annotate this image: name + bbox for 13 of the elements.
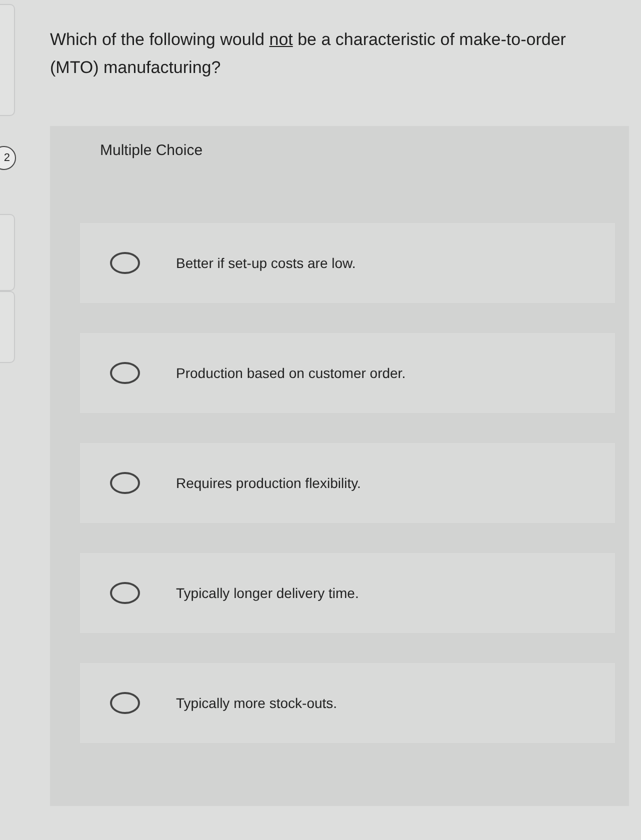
answer-option[interactable]: Production based on customer order. (80, 333, 615, 413)
answer-option[interactable]: Typically more stock-outs. (80, 663, 615, 743)
question-number[interactable]: 2 (0, 146, 16, 170)
radio-button[interactable] (110, 582, 140, 604)
radio-button[interactable] (110, 692, 140, 714)
answer-option[interactable]: Requires production flexibility. (80, 443, 615, 523)
question-text: Which of the following would not be a characteristic of make-to-order (MTO) manufacturing? (50, 29, 567, 79)
answer-option[interactable]: Typically longer delivery time. (80, 553, 615, 633)
radio-button[interactable] (110, 362, 140, 384)
radio-button[interactable] (110, 252, 140, 274)
radio-button[interactable] (110, 472, 140, 494)
answer-option[interactable]: Better if set-up costs are low. (80, 223, 615, 303)
answer-type-label: Multiple Choice (99, 141, 204, 159)
